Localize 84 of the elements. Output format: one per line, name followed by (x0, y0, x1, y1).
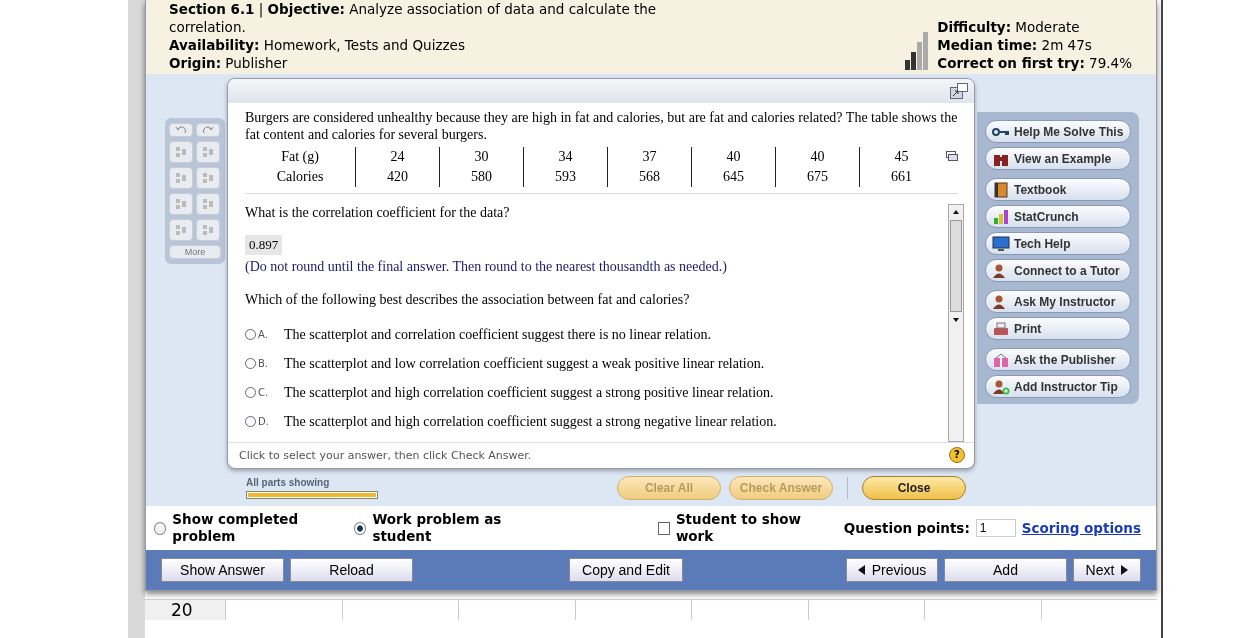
progress-label: All parts showing (246, 477, 331, 488)
tool-button[interactable]: Help Me Solve This (985, 120, 1131, 143)
field-value: Publisher (225, 55, 288, 71)
table-cell: 40 (775, 147, 860, 167)
tool-button[interactable]: Print (985, 317, 1131, 340)
tool-button[interactable]: View an Example (985, 147, 1131, 170)
nav-button[interactable]: Previous (846, 558, 938, 582)
redo-icon[interactable] (196, 123, 220, 137)
nav-button[interactable]: Copy and Edit (569, 558, 683, 582)
checkbox[interactable] (658, 521, 670, 535)
bar-chart-icon (992, 208, 1010, 225)
field-value: Homework, Tests and Quizzes (263, 37, 465, 53)
book-icon (992, 181, 1010, 198)
answer-option[interactable]: The scatterplot and high correlation coefficient suggest a strong negative linear relation. (284, 413, 777, 430)
table-cell: 34 (523, 147, 608, 167)
instruction-text: (Do not round until the final answer. Then round to the nearest thousandth as needed.) (245, 258, 728, 275)
row-header: Fat (g) (245, 147, 356, 167)
answer-option[interactable]: The scatterplot and correlation coefficient suggest there is no linear relation. (284, 326, 711, 343)
checkbox-label: Student to show work (675, 511, 803, 545)
gift-icon (992, 351, 1010, 368)
right-arrow-icon (1120, 565, 1129, 575)
answer-field[interactable]: 0.897 (245, 235, 283, 255)
table-cell: 40 (691, 147, 776, 167)
option-letter: C. (258, 387, 270, 398)
option-letter: B. (258, 358, 270, 369)
answer-option[interactable]: The scatterplot and high correlation coefficient suggest a strong positive linear relation. (284, 384, 774, 401)
tool-button[interactable]: StatCrunch (985, 205, 1131, 228)
table-cell: 24 (355, 147, 440, 167)
table-cell: 580 (439, 167, 524, 187)
tool-button[interactable]: Connect to a Tutor (985, 259, 1131, 282)
points-field[interactable]: 1 (975, 519, 1016, 537)
stat-value: 79.4% (1089, 55, 1132, 71)
action-button[interactable]: Close (862, 476, 966, 500)
stat-label: Correct on first try: (937, 55, 1085, 71)
stat-value: 2m 47s (1041, 37, 1092, 53)
stat-value: Moderate (1015, 19, 1080, 35)
field-label: Origin: (169, 55, 222, 71)
difficulty-bars-icon (905, 30, 930, 70)
nav-button[interactable]: Add (944, 558, 1067, 582)
tool-button[interactable]: Ask My Instructor (985, 290, 1131, 313)
left-arrow-icon (857, 565, 866, 575)
table-cell: 593 (523, 167, 608, 187)
row-label: 20 (145, 600, 225, 620)
row-header: Calories (245, 167, 356, 187)
objective-text: Section 6.1 | Objective: Analyze association of data and calculate the correlation. (169, 0, 658, 36)
nav-button[interactable]: Show Answer (161, 558, 284, 582)
table-cell: 645 (691, 167, 776, 187)
help-button[interactable]: ? (949, 447, 965, 463)
radio-button[interactable] (154, 521, 167, 535)
tool-button[interactable]: Ask the Publisher (985, 348, 1131, 371)
table-cell: 661 (859, 167, 943, 187)
table-cell: 30 (439, 147, 524, 167)
question-text: Which of the following best describes the association between fat and calories? (245, 291, 691, 308)
pop-out-icon[interactable] (950, 83, 968, 99)
tool-button[interactable]: Tech Help (985, 232, 1131, 255)
person-plus-icon (992, 378, 1010, 395)
scrollbar[interactable] (948, 204, 964, 442)
stat-label: Median time: (937, 37, 1038, 53)
scoring-options-link[interactable]: Scoring options (1021, 519, 1141, 537)
table-cell: 568 (607, 167, 692, 187)
tool-button[interactable]: Textbook (985, 178, 1131, 201)
problem-text: Burgers are considered unhealthy because they are high in fat and calories, but are fat and calories related? The table shows the fat content and calories for several burgers. (245, 109, 958, 143)
printer-icon (992, 320, 1010, 337)
option-letter: A. (258, 329, 269, 340)
table-cell: 45 (859, 147, 943, 167)
radio-button[interactable] (354, 521, 367, 535)
undo-icon[interactable] (169, 123, 193, 137)
question-text: What is the correlation coefficient for the data? (245, 204, 511, 221)
hint-text: Click to select your answer, then click Check Answer. (239, 448, 532, 462)
answer-option[interactable]: The scatterplot and low correlation coefficient suggest a weak positive linear relation. (284, 355, 765, 372)
monitor-icon (992, 235, 1010, 252)
field-label: Availability: (169, 37, 260, 53)
option-label: Show completed problem (172, 511, 300, 545)
option-label: Work problem as student (372, 511, 503, 545)
nav-button[interactable]: Next (1073, 558, 1141, 582)
points-label: Question points: (843, 519, 970, 537)
table-cell: 420 (355, 167, 440, 187)
stat-label: Difficulty: (937, 19, 1012, 35)
table-cell: 37 (607, 147, 692, 167)
nav-button[interactable]: Reload (290, 558, 413, 582)
table-cell: 675 (775, 167, 860, 187)
copy-table-icon[interactable] (946, 151, 958, 161)
option-letter: D. (258, 416, 270, 427)
tool-button[interactable]: Add Instructor Tip (985, 375, 1131, 398)
